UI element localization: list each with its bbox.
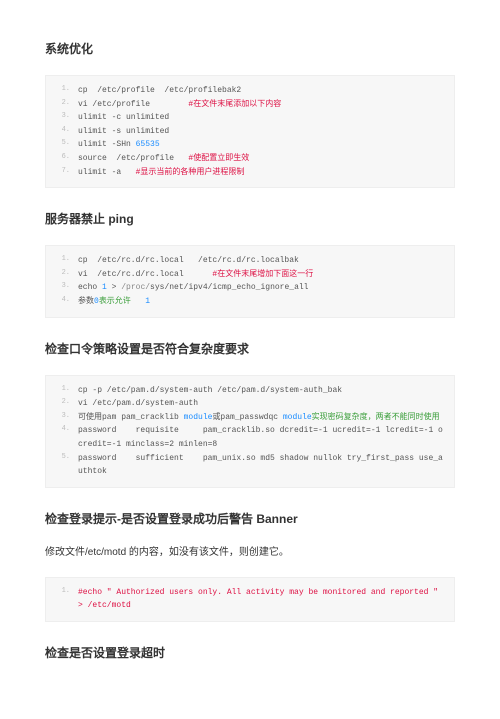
line-number: 4. [56, 125, 70, 139]
section-heading: 服务器禁止 ping [45, 210, 455, 227]
code-text: 参数0表示允许 1 [78, 295, 150, 309]
line-number: 5. [56, 138, 70, 152]
line-number: 3. [56, 111, 70, 125]
code-text: #echo " Authorized users only. All activ… [78, 586, 444, 613]
code-text: ulimit -a #显示当前的各种用户进程限制 [78, 166, 244, 180]
code-text: cp /etc/profile /etc/profilebak2 [78, 84, 241, 98]
code-line: 2. vi /etc/profile #在文件末尾添加以下内容 [56, 98, 444, 112]
code-line: 4. 参数0表示允许 1 [56, 295, 444, 309]
code-line: 3. 可使用pam pam_cracklib module或pam_passwdq… [56, 411, 444, 425]
code-text: echo 1 > /proc/sys/net/ipv4/icmp_echo_ig… [78, 281, 308, 295]
code-text: vi /etc/rc.d/rc.local #在文件末尾增加下面这一行 [78, 268, 313, 282]
code-line: 1. cp /etc/rc.d/rc.local /etc/rc.d/rc.loc… [56, 254, 444, 268]
code-line: 3. ulimit -c unlimited [56, 111, 444, 125]
code-line: 4. password requisite pam_cracklib.so dcr… [56, 424, 444, 451]
code-text: source /etc/profile #使配置立即生效 [78, 152, 249, 166]
section-heading: 检查是否设置登录超时 [45, 644, 455, 661]
code-line: 1. cp -p /etc/pam.d/system-auth /etc/pam.… [56, 384, 444, 398]
code-line: 2. vi /etc/pam.d/system-auth [56, 397, 444, 411]
code-text: ulimit -c unlimited [78, 111, 169, 125]
line-number: 4. [56, 295, 70, 309]
section-heading: 检查登录提示-是否设置登录成功后警告 Banner [45, 510, 455, 527]
code-line: 5. ulimit -SHn 65535 [56, 138, 444, 152]
line-number: 1. [56, 384, 70, 398]
line-number: 1. [56, 84, 70, 98]
code-text: password requisite pam_cracklib.so dcred… [78, 424, 444, 451]
line-number: 2. [56, 268, 70, 282]
code-text: ulimit -SHn 65535 [78, 138, 160, 152]
code-text: ulimit -s unlimited [78, 125, 169, 139]
line-number: 4. [56, 424, 70, 451]
code-text: vi /etc/profile #在文件末尾添加以下内容 [78, 98, 281, 112]
code-text: vi /etc/pam.d/system-auth [78, 397, 198, 411]
code-block: 1. cp -p /etc/pam.d/system-auth /etc/pam.… [45, 375, 455, 488]
code-text: cp /etc/rc.d/rc.local /etc/rc.d/rc.local… [78, 254, 299, 268]
code-line: 5. password sufficient pam_unix.so md5 sh… [56, 452, 444, 479]
code-line: 7. ulimit -a #显示当前的各种用户进程限制 [56, 166, 444, 180]
paragraph: 修改文件/etc/motd 的内容，如没有该文件，则创建它。 [45, 545, 455, 561]
line-number: 1. [56, 254, 70, 268]
code-text: password sufficient pam_unix.so md5 shad… [78, 452, 444, 479]
line-number: 2. [56, 397, 70, 411]
code-text: cp -p /etc/pam.d/system-auth /etc/pam.d/… [78, 384, 342, 398]
code-text: 可使用pam pam_cracklib module或pam_passwdqc … [78, 411, 440, 425]
code-line: 6. source /etc/profile #使配置立即生效 [56, 152, 444, 166]
code-line: 4. ulimit -s unlimited [56, 125, 444, 139]
code-line: 3. echo 1 > /proc/sys/net/ipv4/icmp_echo_… [56, 281, 444, 295]
code-line: 1. cp /etc/profile /etc/profilebak2 [56, 84, 444, 98]
line-number: 5. [56, 452, 70, 479]
code-block: 1. #echo " Authorized users only. All act… [45, 577, 455, 622]
section-heading: 检查口令策略设置是否符合复杂度要求 [45, 340, 455, 357]
line-number: 6. [56, 152, 70, 166]
code-block: 1. cp /etc/rc.d/rc.local /etc/rc.d/rc.loc… [45, 245, 455, 317]
section-heading: 系统优化 [45, 40, 455, 57]
line-number: 3. [56, 281, 70, 295]
line-number: 3. [56, 411, 70, 425]
code-block: 1. cp /etc/profile /etc/profilebak2 2. vi /… [45, 75, 455, 188]
line-number: 7. [56, 166, 70, 180]
code-line: 2. vi /etc/rc.d/rc.local #在文件末尾增加下面这一行 [56, 268, 444, 282]
line-number: 1. [56, 586, 70, 613]
code-line: 1. #echo " Authorized users only. All act… [56, 586, 444, 613]
line-number: 2. [56, 98, 70, 112]
